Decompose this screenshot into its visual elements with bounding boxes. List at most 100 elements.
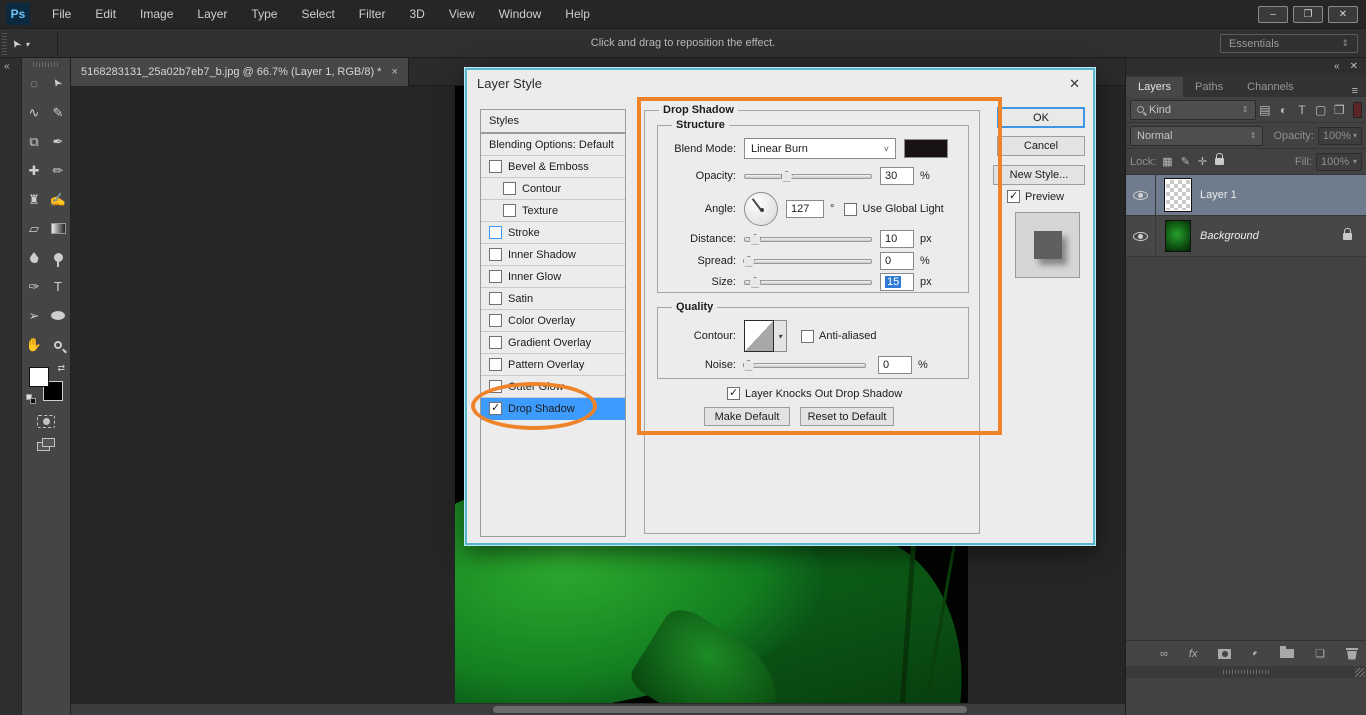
style-item-pattern-overlay[interactable]: Pattern Overlay: [481, 354, 625, 376]
quick-mask-button[interactable]: [37, 415, 55, 428]
new-style-button[interactable]: New Style...: [993, 165, 1085, 185]
checkbox[interactable]: [489, 314, 502, 327]
reset-to-default-button[interactable]: Reset to Default: [800, 407, 894, 426]
noise-input[interactable]: 0: [878, 356, 912, 374]
slider-thumb[interactable]: [743, 360, 755, 371]
opacity-input[interactable]: 30: [880, 167, 914, 185]
lasso-tool[interactable]: ∿: [22, 98, 46, 127]
lock-position-icon[interactable]: ✛: [1198, 155, 1207, 168]
close-button[interactable]: ✕: [1328, 6, 1358, 23]
tab-paths[interactable]: Paths: [1183, 77, 1235, 97]
opacity-dropdown[interactable]: 100% ▾: [1318, 127, 1362, 145]
angle-dial[interactable]: [744, 192, 778, 226]
filter-type-layers-button[interactable]: T: [1293, 103, 1312, 117]
swap-colors-icon[interactable]: ⇄: [57, 363, 65, 374]
blend-mode-select[interactable]: Linear Burn ˅: [744, 138, 896, 159]
zoom-tool[interactable]: [46, 330, 70, 359]
distance-slider[interactable]: [744, 237, 872, 242]
checkbox[interactable]: [489, 160, 502, 173]
style-item-bevel-emboss[interactable]: Bevel & Emboss: [481, 156, 625, 178]
slider-thumb[interactable]: [743, 256, 755, 267]
hand-tool[interactable]: ✋: [22, 330, 46, 359]
opacity-slider[interactable]: [744, 174, 872, 179]
anti-aliased-checkbox[interactable]: [801, 330, 814, 343]
default-colors-icon[interactable]: [26, 394, 36, 404]
lock-transparency-icon[interactable]: ▦: [1162, 155, 1172, 168]
fill-dropdown[interactable]: 100% ▾: [1316, 153, 1362, 171]
layer-row-background[interactable]: Background: [1126, 216, 1366, 257]
menu-edit[interactable]: Edit: [83, 1, 128, 27]
workspace-switcher[interactable]: Essentials ⇕: [1220, 34, 1358, 53]
add-layer-mask-button[interactable]: [1218, 649, 1231, 659]
angle-input[interactable]: 127: [786, 200, 824, 218]
shadow-color-swatch[interactable]: [904, 139, 948, 158]
new-adjustment-layer-button[interactable]: ◐: [1249, 647, 1262, 660]
elliptical-marquee-tool[interactable]: ◌: [22, 69, 46, 98]
size-input[interactable]: 15: [880, 273, 914, 291]
menu-help[interactable]: Help: [553, 1, 602, 27]
contour-picker[interactable]: ▾: [744, 320, 787, 352]
style-item-blending-options[interactable]: Blending Options: Default: [481, 134, 625, 156]
new-group-button[interactable]: [1280, 649, 1294, 658]
panel-menu-icon[interactable]: ≡: [1352, 85, 1366, 97]
layer-name[interactable]: Background: [1200, 230, 1259, 242]
move-tool[interactable]: ➤: [46, 69, 70, 98]
visibility-cell[interactable]: [1126, 216, 1156, 256]
quick-selection-tool[interactable]: ✎: [46, 98, 70, 127]
slider-thumb[interactable]: [749, 277, 761, 288]
visibility-cell[interactable]: [1126, 175, 1156, 215]
filter-adjustment-layers-button[interactable]: ◐: [1274, 103, 1293, 117]
knockout-checkbox[interactable]: [727, 387, 740, 400]
crop-tool[interactable]: ⧉: [22, 127, 46, 156]
contour-thumbnail[interactable]: [744, 320, 774, 352]
style-item-outer-glow[interactable]: Outer Glow: [481, 376, 625, 398]
gradient-tool[interactable]: [46, 214, 70, 243]
menu-select[interactable]: Select: [289, 1, 346, 27]
layer-name[interactable]: Layer 1: [1200, 189, 1237, 201]
tab-close-icon[interactable]: ×: [391, 66, 397, 78]
path-selection-tool[interactable]: ➢: [22, 301, 46, 330]
lock-paint-icon[interactable]: ✎: [1181, 155, 1190, 168]
foreground-color-swatch[interactable]: [29, 367, 49, 387]
horizontal-scrollbar[interactable]: [71, 703, 1125, 715]
close-panel-icon[interactable]: ✕: [1350, 61, 1358, 72]
cancel-button[interactable]: Cancel: [997, 136, 1085, 156]
checkbox[interactable]: [489, 226, 502, 239]
size-slider[interactable]: [744, 280, 872, 285]
style-item-color-overlay[interactable]: Color Overlay: [481, 310, 625, 332]
style-item-contour[interactable]: Contour: [481, 178, 625, 200]
checkbox[interactable]: [489, 270, 502, 283]
slider-thumb[interactable]: [781, 171, 793, 182]
spread-slider[interactable]: [744, 259, 872, 264]
style-item-drop-shadow[interactable]: Drop Shadow: [481, 398, 625, 420]
dialog-close-icon[interactable]: ✕: [1069, 76, 1080, 92]
menu-filter[interactable]: Filter: [347, 1, 398, 27]
checkbox[interactable]: [489, 358, 502, 371]
distance-input[interactable]: 10: [880, 230, 914, 248]
menu-view[interactable]: View: [437, 1, 487, 27]
checkbox[interactable]: [489, 402, 502, 415]
checkbox[interactable]: [489, 248, 502, 261]
checkbox[interactable]: [503, 204, 516, 217]
style-item-satin[interactable]: Satin: [481, 288, 625, 310]
style-item-inner-glow[interactable]: Inner Glow: [481, 266, 625, 288]
screen-mode-button[interactable]: [37, 438, 55, 451]
restore-button[interactable]: ❐: [1293, 6, 1323, 23]
scrollbar-thumb[interactable]: [493, 706, 967, 713]
layer1-thumbnail[interactable]: [1165, 179, 1191, 211]
spread-input[interactable]: 0: [880, 252, 914, 270]
history-brush-tool[interactable]: ✍: [46, 185, 70, 214]
collapse-panel-icon[interactable]: «: [4, 61, 9, 72]
checkbox[interactable]: [489, 336, 502, 349]
layer-effects-button[interactable]: fx: [1189, 648, 1198, 660]
new-layer-button[interactable]: ❏: [1315, 647, 1325, 660]
eraser-tool[interactable]: ▱: [22, 214, 46, 243]
dodge-tool[interactable]: [46, 243, 70, 272]
eyedropper-tool[interactable]: ✒: [46, 127, 70, 156]
brush-tool[interactable]: ✏: [46, 156, 70, 185]
menu-layer[interactable]: Layer: [185, 1, 239, 27]
style-item-texture[interactable]: Texture: [481, 200, 625, 222]
menu-3d[interactable]: 3D: [397, 1, 436, 27]
filter-toggle-button[interactable]: [1353, 102, 1362, 118]
clone-stamp-tool[interactable]: ♜: [22, 185, 46, 214]
